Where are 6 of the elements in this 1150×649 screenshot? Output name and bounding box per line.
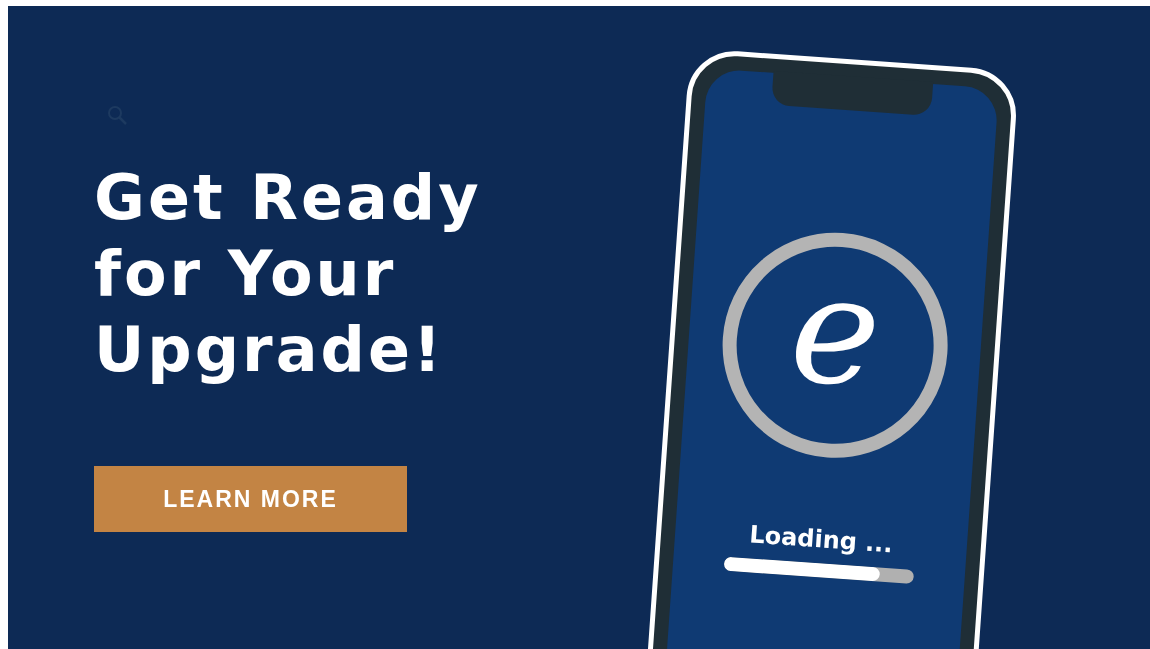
headline: Upgrade! [94, 312, 445, 388]
learn-more-button[interactable]: LEARN MORE [94, 466, 407, 532]
headline: for Your [94, 236, 397, 312]
loading-text: Loading ... [748, 520, 894, 559]
headline: Get Ready [94, 160, 482, 236]
logo-letter: e [786, 252, 886, 409]
